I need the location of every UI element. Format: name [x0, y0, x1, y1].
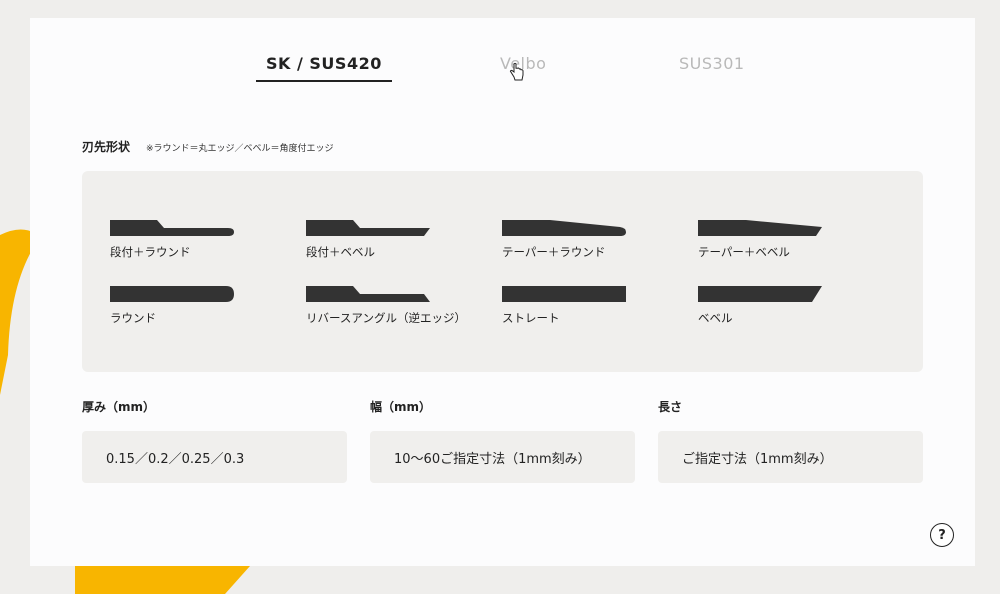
taper-bevel-blade-icon	[698, 220, 822, 236]
tab-sk-sus420[interactable]: SK / SUS420	[256, 54, 392, 82]
width-spec: 幅（mm） 10〜60ご指定寸法（1mm刻み）	[370, 398, 635, 483]
bevel-blade-icon	[698, 286, 822, 302]
blade-shape-item: 段付＋ベベル	[306, 220, 496, 260]
thickness-spec: 厚み（mm） 0.15／0.2／0.25／0.3	[82, 398, 347, 483]
help-button[interactable]: ?	[930, 523, 954, 547]
width-title: 幅（mm）	[370, 400, 432, 414]
help-icon: ?	[938, 527, 946, 543]
shape-label: ベベル	[698, 311, 733, 325]
shape-label: ストレート	[502, 311, 560, 325]
shape-label: ラウンド	[110, 311, 156, 325]
taper-round-blade-icon	[502, 220, 626, 236]
round-blade-icon	[110, 286, 234, 302]
blade-shape-panel: 段付＋ラウンド 段付＋ベベル テーパー＋ラウンド テーパー＋ベベル ラウンド リ…	[82, 171, 923, 372]
shape-label: テーパー＋ベベル	[698, 245, 790, 259]
stepped-round-blade-icon	[110, 220, 234, 236]
thickness-value: 0.15／0.2／0.25／0.3	[82, 431, 347, 483]
reverse-angle-blade-icon	[306, 286, 430, 302]
blade-shape-item: 段付＋ラウンド	[110, 220, 300, 260]
length-title: 長さ	[658, 400, 683, 414]
tab-sus301[interactable]: SUS301	[679, 54, 745, 73]
stepped-bevel-blade-icon	[306, 220, 430, 236]
length-value: ご指定寸法（1mm刻み）	[658, 431, 923, 483]
thickness-title: 厚み（mm）	[82, 400, 156, 414]
blade-shape-item: ストレート	[502, 286, 692, 326]
blade-shape-item: テーパー＋ベベル	[698, 220, 888, 260]
shape-label: テーパー＋ラウンド	[502, 245, 606, 259]
shape-label: 段付＋ベベル	[306, 245, 375, 259]
spec-card: SK / SUS420 Velbo SUS301 刃先形状 ※ラウンド＝丸エッジ…	[30, 18, 975, 566]
length-spec: 長さ ご指定寸法（1mm刻み）	[658, 398, 923, 483]
shape-label: 段付＋ラウンド	[110, 245, 191, 259]
straight-blade-icon	[502, 286, 626, 302]
hand-pointer-icon	[509, 62, 525, 86]
blade-shape-item: リバースアングル（逆エッジ）	[306, 286, 496, 326]
blade-shape-note: ※ラウンド＝丸エッジ／ベベル＝角度付エッジ	[146, 144, 334, 154]
shape-label: リバースアングル（逆エッジ）	[306, 311, 466, 325]
blade-shape-item: テーパー＋ラウンド	[502, 220, 692, 260]
blade-shape-item: ラウンド	[110, 286, 300, 326]
blade-shape-heading: 刃先形状	[82, 140, 131, 154]
width-value: 10〜60ご指定寸法（1mm刻み）	[370, 431, 635, 483]
blade-shape-item: ベベル	[698, 286, 888, 326]
material-tabs: SK / SUS420 Velbo SUS301	[30, 54, 975, 98]
